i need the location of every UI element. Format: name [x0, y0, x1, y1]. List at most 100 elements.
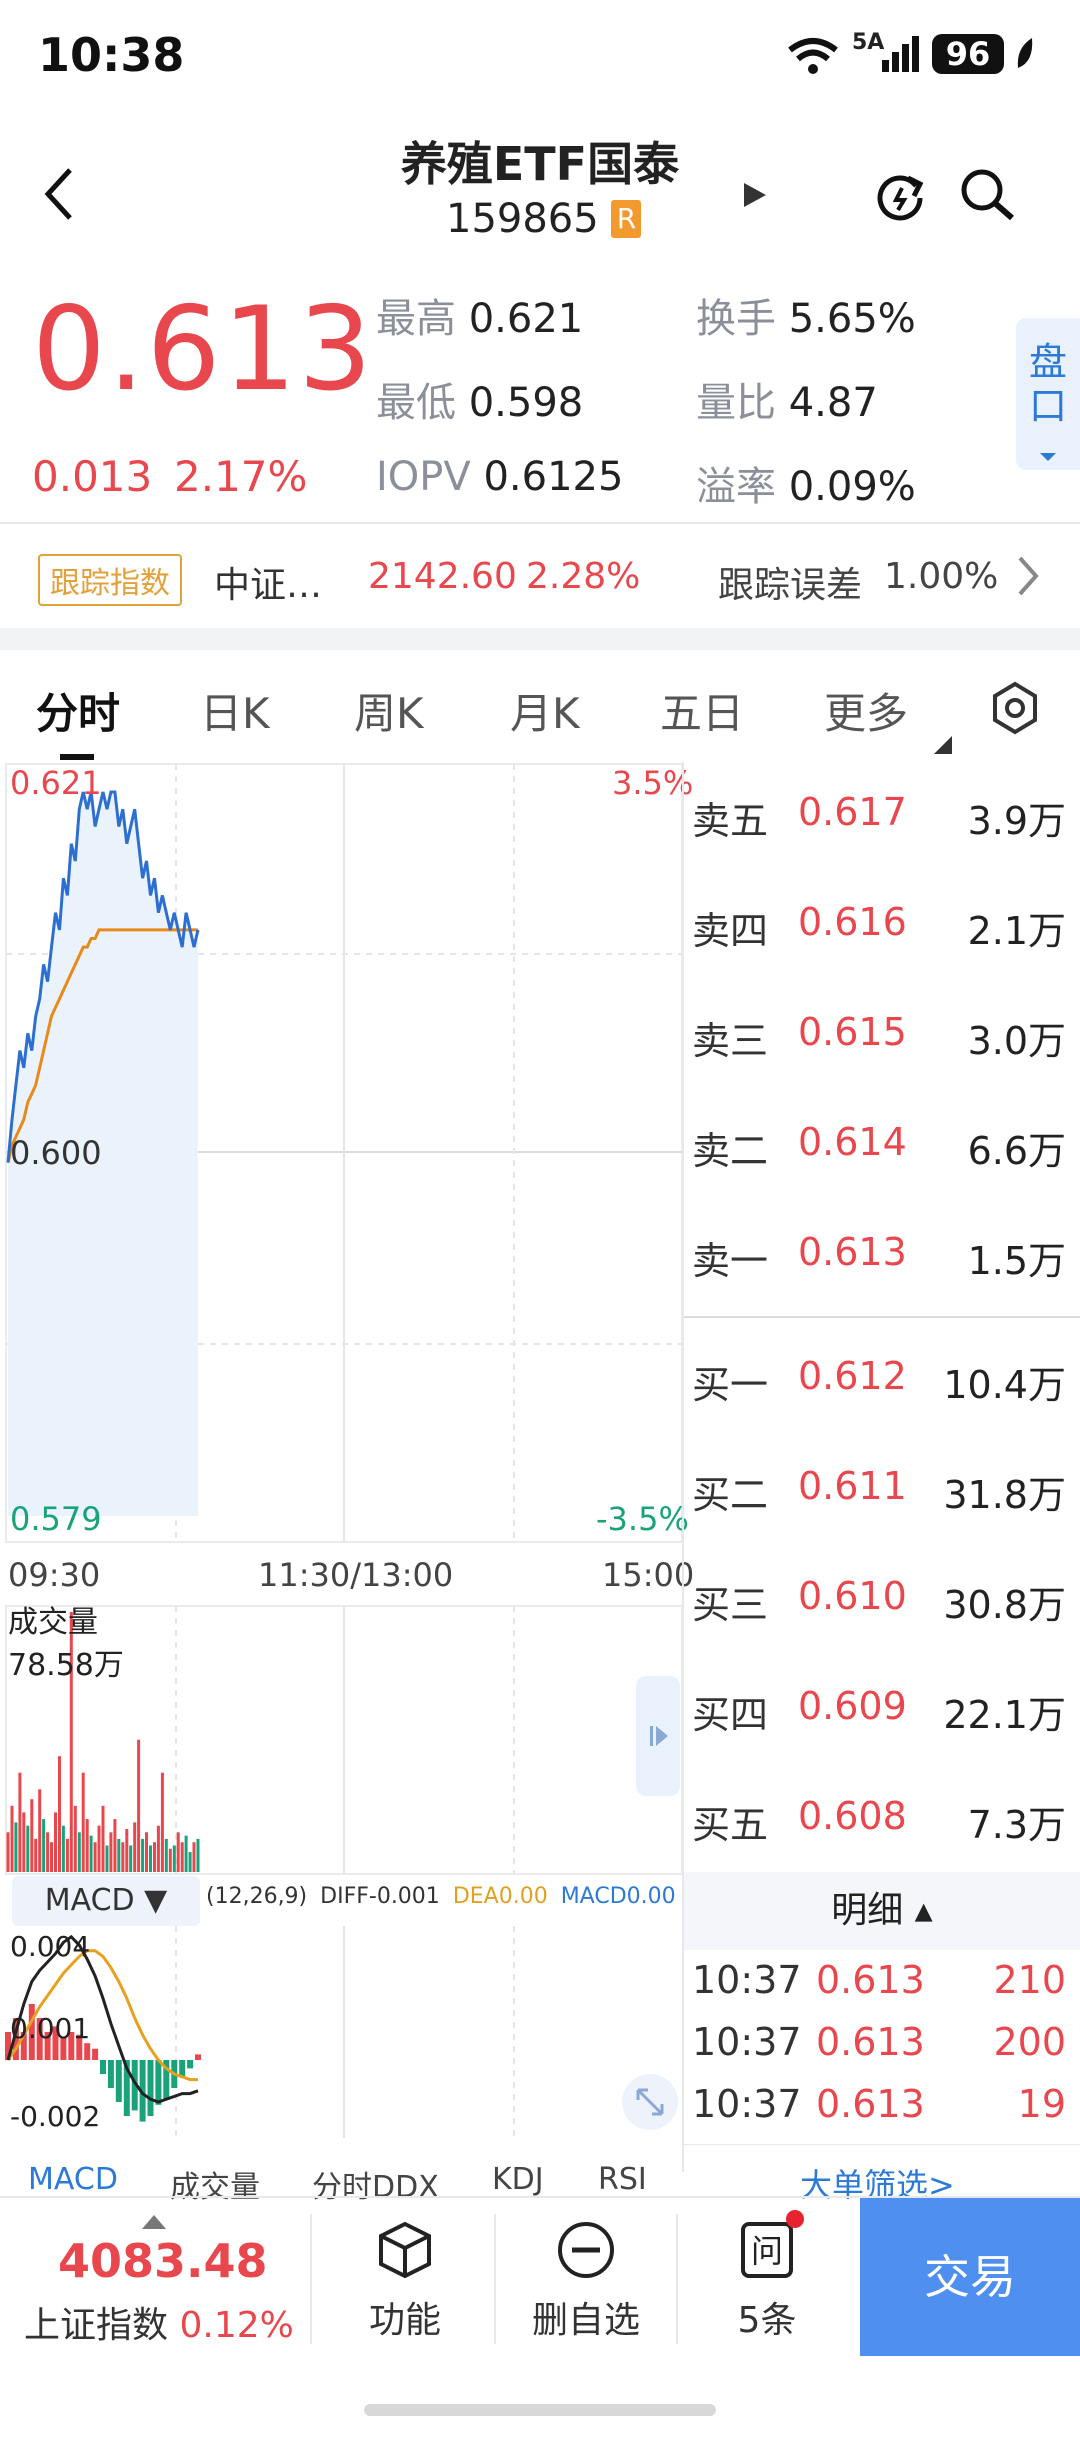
bid-price: 0.608	[798, 1794, 907, 1838]
bid-volume: 10.4万	[943, 1363, 1066, 1407]
indicator-tab-ddx[interactable]: 分时DDX	[312, 2162, 439, 2206]
stock-code-row: 159865 R	[446, 196, 642, 242]
macd-bar	[155, 2060, 162, 2105]
tab-monthly-k[interactable]: 月K	[510, 680, 580, 741]
ask-label: 卖三	[692, 1019, 769, 1063]
bid-price: 0.611	[798, 1464, 907, 1508]
tab-intraday[interactable]: 分时	[36, 680, 120, 741]
cube-icon	[379, 2221, 431, 2279]
detail-toggle[interactable]: 明细 ▴	[684, 1872, 1080, 1950]
volume-bar	[176, 1832, 180, 1872]
volume-bar	[125, 1829, 129, 1872]
ask-row-4[interactable]: 卖二 0.614 6.6万	[692, 1120, 1072, 1180]
trade-price: 0.613	[816, 2082, 925, 2126]
macd-select[interactable]: MACD ▼	[12, 1876, 200, 1926]
macd-bar	[179, 2060, 186, 2077]
volume-bar	[10, 1805, 14, 1872]
tab-five-day[interactable]: 五日	[660, 680, 744, 741]
stat-iopv: IOPV 0.6125	[376, 454, 624, 500]
tab-weekly-k[interactable]: 周K	[354, 680, 424, 741]
volume-bar	[61, 1825, 65, 1872]
home-indicator[interactable]	[364, 2404, 716, 2416]
bid-row-2[interactable]: 买二 0.611 31.8万	[692, 1464, 1072, 1524]
search-icon[interactable]	[958, 166, 1018, 226]
price-change: 0.013	[32, 452, 153, 501]
trade-row: 10:37 0.613 210	[692, 1958, 1072, 2018]
indicator-tab-kdj[interactable]: KDJ	[492, 2162, 544, 2197]
up-triangle-icon	[142, 2214, 166, 2229]
ask-label: 卖一	[692, 1239, 769, 1283]
function-button[interactable]: 功能	[350, 2218, 460, 2343]
trade-volume: 210	[993, 1958, 1066, 2002]
macd-params: (12,26,9) DIFF-0.001 DEA0.00 MACD0.00	[206, 1884, 676, 1909]
settings-hex-icon[interactable]	[990, 680, 1040, 736]
volume-bar	[113, 1819, 117, 1872]
volume-bar	[30, 1799, 34, 1872]
bid-volume: 7.3万	[967, 1803, 1066, 1847]
bid-row-3[interactable]: 买三 0.610 30.8万	[692, 1574, 1072, 1634]
back-icon[interactable]	[40, 164, 80, 224]
ask-price: 0.613	[798, 1230, 907, 1274]
tab-daily-k[interactable]: 日K	[200, 680, 270, 741]
ask-price: 0.616	[798, 900, 907, 944]
tracking-index-name[interactable]: 中证…	[214, 556, 322, 608]
tracking-tag: 跟踪指数	[38, 554, 182, 606]
ask-label: 卖四	[692, 909, 769, 953]
bid-row-1[interactable]: 买一 0.612 10.4万	[692, 1354, 1072, 1414]
chevron-right-icon[interactable]	[1016, 552, 1040, 600]
chart-high-label: 0.621	[10, 764, 102, 802]
ask-volume: 3.0万	[967, 1019, 1066, 1063]
ask-row-3[interactable]: 卖三 0.615 3.0万	[692, 1010, 1072, 1070]
macd-bar	[100, 2060, 106, 2074]
bid-row-4[interactable]: 买四 0.609 22.1万	[692, 1684, 1072, 1744]
expand-icon[interactable]	[622, 2074, 678, 2130]
stat-low: 最低 0.598	[376, 380, 584, 426]
stat-volume-ratio: 量比 4.87	[696, 380, 878, 426]
volume-bar	[168, 1848, 172, 1872]
market-index-row[interactable]: 上证指数 0.12%	[24, 2296, 294, 2348]
stock-title: 养殖ETF国泰	[400, 137, 680, 191]
volume-bar	[14, 1822, 18, 1872]
volume-bar	[109, 1832, 113, 1872]
ask-question-button[interactable]: 问 5条	[712, 2218, 822, 2343]
remove-watchlist-button[interactable]: 删自选	[524, 2218, 648, 2343]
bid-label: 买二	[692, 1473, 769, 1517]
volume-bar	[196, 1838, 200, 1872]
trade-price: 0.613	[816, 1958, 925, 2002]
price-change-pct: 2.17%	[174, 452, 308, 501]
volume-bar	[153, 1842, 156, 1872]
volume-bar	[73, 1805, 77, 1872]
indicator-tab-volume[interactable]: 成交量	[170, 2162, 260, 2206]
ask-volume: 3.9万	[967, 799, 1066, 843]
tab-more[interactable]: 更多	[824, 680, 908, 741]
volume-bar	[77, 1832, 81, 1872]
trade-button[interactable]: 交易	[860, 2198, 1080, 2356]
macd-bar	[107, 2060, 114, 2088]
tracking-index-value: 2142.60	[368, 556, 517, 597]
ask-row-5[interactable]: 卖一 0.613 1.5万	[692, 1230, 1072, 1290]
order-panel-tab[interactable]: 盘口	[1016, 318, 1080, 470]
macd-bar	[195, 2054, 201, 2060]
collapse-panel-button[interactable]	[636, 1676, 680, 1796]
refresh-icon[interactable]	[872, 168, 928, 224]
volume-bar	[89, 1835, 93, 1872]
trade-price: 0.613	[816, 2020, 925, 2064]
ask-volume: 2.1万	[967, 909, 1066, 953]
leaf-icon	[1014, 34, 1036, 74]
market-index-value[interactable]: 4083.48	[58, 2234, 268, 2288]
ask-row-2[interactable]: 卖四 0.616 2.1万	[692, 900, 1072, 960]
volume-bar	[156, 1825, 160, 1872]
indicator-tab-rsi[interactable]: RSI	[598, 2162, 647, 2197]
bid-volume: 30.8万	[943, 1583, 1066, 1627]
indicator-tab-macd[interactable]: MACD	[28, 2162, 118, 2197]
volume-bar	[6, 1832, 10, 1872]
intraday-chart[interactable]	[0, 762, 686, 1552]
r-badge: R	[611, 200, 642, 238]
play-icon[interactable]	[740, 180, 770, 210]
chart-low-label: 0.579	[10, 1500, 102, 1538]
volume-bar	[164, 1838, 168, 1872]
ask-row-1[interactable]: 卖五 0.617 3.9万	[692, 790, 1072, 850]
corner-triangle-icon	[934, 736, 952, 754]
bid-price: 0.610	[798, 1574, 907, 1618]
bid-row-5[interactable]: 买五 0.608 7.3万	[692, 1794, 1072, 1854]
